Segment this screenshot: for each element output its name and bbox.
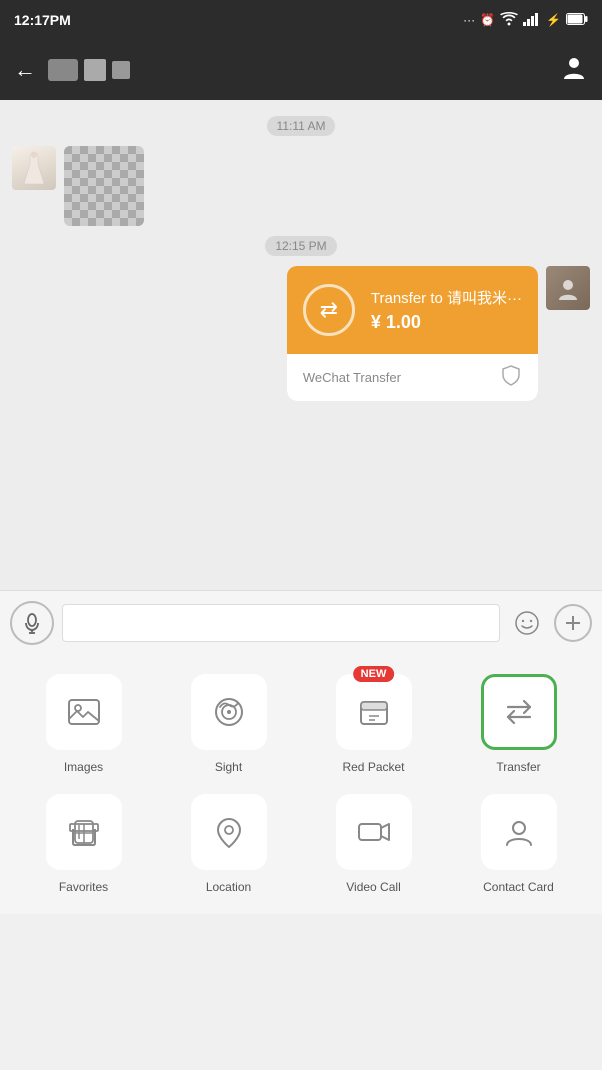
wifi-icon [500,12,518,29]
status-bar: 12:17PM ··· ⏰ ⚡ [0,0,602,40]
message-received-1 [12,146,590,226]
transfer-circle-icon: ⇄ [303,284,355,336]
contact-avatar-2 [84,59,106,81]
battery-icon [566,13,588,28]
status-icons: ··· ⏰ ⚡ [463,12,588,29]
transfer-arrows-icon: ⇄ [320,297,338,323]
header-contact-info [48,59,548,81]
timestamp-1: 11:11 AM [267,116,336,136]
shield-icon [500,364,522,391]
videocall-icon-box [336,794,412,870]
profile-icon[interactable] [560,53,588,88]
panel-item-images[interactable]: Images [16,674,151,774]
transfer-info: Transfer to 请叫我米··· ¥ 1.00 [371,287,522,333]
alarm-icon: ⏰ [480,13,495,27]
new-badge-redpacket: NEW [353,666,395,682]
transfer-footer-label: WeChat Transfer [303,370,401,385]
panel-item-redpacket[interactable]: NEW Red Packet [306,674,441,774]
contact-avatar-3 [112,61,130,79]
add-button[interactable] [554,604,592,642]
panel-item-videocall[interactable]: Video Call [306,794,441,894]
message-sent-transfer: ⇄ Transfer to 请叫我米··· ¥ 1.00 WeChat Tran… [12,266,590,401]
bottom-panel: Images Sight NEW Red Packet [0,654,602,914]
contactcard-icon-box [481,794,557,870]
input-area [0,590,602,654]
chat-header: ← [0,40,602,100]
panel-item-transfer[interactable]: Transfer [451,674,586,774]
images-label: Images [64,760,103,774]
transfer-bubble[interactable]: ⇄ Transfer to 请叫我米··· ¥ 1.00 WeChat Tran… [287,266,538,401]
timestamp-2: 12:15 PM [265,236,336,256]
panel-item-sight[interactable]: Sight [161,674,296,774]
emoji-button[interactable] [508,604,546,642]
received-image-1[interactable] [64,146,144,226]
status-time: 12:17PM [14,12,71,28]
videocall-label: Video Call [346,880,400,894]
transfer-amount: ¥ 1.00 [371,312,522,333]
panel-item-favorites[interactable]: Favorites [16,794,151,894]
redpacket-icon-box: NEW [336,674,412,750]
sender-avatar-sent [546,266,590,310]
panel-item-location[interactable]: Location [161,794,296,894]
contact-avatar-1 [48,59,78,81]
signal-dots-icon: ··· [463,13,475,27]
sight-icon-box [191,674,267,750]
contactcard-label: Contact Card [483,880,554,894]
lightning-icon: ⚡ [546,13,561,27]
favorites-label: Favorites [59,880,108,894]
chat-messages: 11:11 AM 12:15 PM ⇄ Transfer t [0,100,602,590]
favorites-icon-box [46,794,122,870]
transfer-label: Transfer [496,760,540,774]
voice-button[interactable] [10,601,54,645]
redpacket-label: Red Packet [342,760,404,774]
back-button[interactable]: ← [14,57,36,83]
transfer-title: Transfer to 请叫我米··· [371,287,522,308]
location-label: Location [206,880,251,894]
transfer-footer: WeChat Transfer [287,354,538,401]
images-icon-box [46,674,122,750]
sender-avatar-1 [12,146,56,190]
sight-label: Sight [215,760,242,774]
panel-item-contactcard[interactable]: Contact Card [451,794,586,894]
message-input[interactable] [62,604,500,642]
transfer-icon-box [481,674,557,750]
location-icon-box [191,794,267,870]
signal-bars-icon [523,12,541,29]
